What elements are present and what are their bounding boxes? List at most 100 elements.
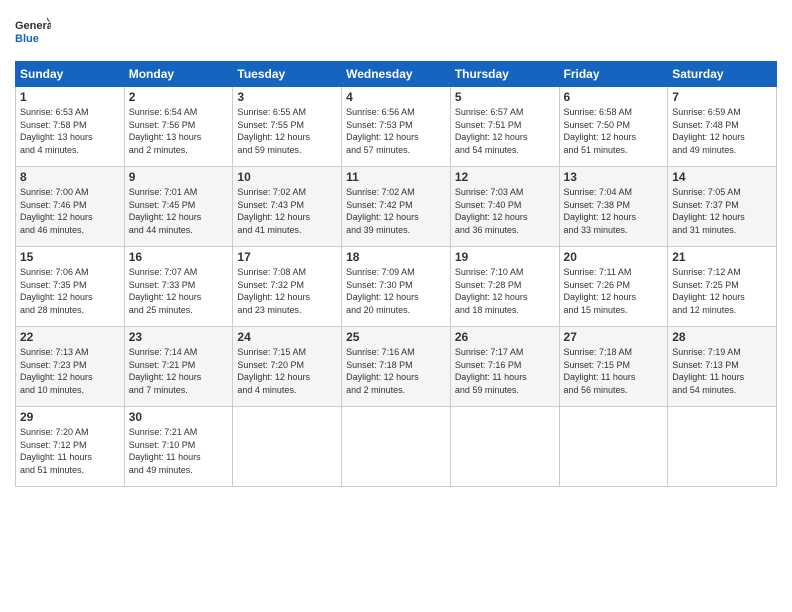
day-number: 13: [564, 170, 664, 184]
calendar-week-row: 22 Sunrise: 7:13 AM Sunset: 7:23 PM Dayli…: [16, 327, 777, 407]
calendar-cell: [233, 407, 342, 487]
day-info: Sunrise: 7:04 AM Sunset: 7:38 PM Dayligh…: [564, 186, 664, 236]
day-number: 22: [20, 330, 120, 344]
day-info: Sunrise: 7:18 AM Sunset: 7:15 PM Dayligh…: [564, 346, 664, 396]
calendar-cell: 14 Sunrise: 7:05 AM Sunset: 7:37 PM Dayli…: [668, 167, 777, 247]
day-number: 27: [564, 330, 664, 344]
day-info: Sunrise: 6:54 AM Sunset: 7:56 PM Dayligh…: [129, 106, 229, 156]
day-info: Sunrise: 7:10 AM Sunset: 7:28 PM Dayligh…: [455, 266, 555, 316]
day-info: Sunrise: 7:01 AM Sunset: 7:45 PM Dayligh…: [129, 186, 229, 236]
col-header-thursday: Thursday: [450, 62, 559, 87]
day-number: 5: [455, 90, 555, 104]
day-number: 26: [455, 330, 555, 344]
calendar-cell: 5 Sunrise: 6:57 AM Sunset: 7:51 PM Daylig…: [450, 87, 559, 167]
logo: General Blue: [15, 15, 51, 51]
day-number: 8: [20, 170, 120, 184]
day-info: Sunrise: 6:59 AM Sunset: 7:48 PM Dayligh…: [672, 106, 772, 156]
day-info: Sunrise: 7:03 AM Sunset: 7:40 PM Dayligh…: [455, 186, 555, 236]
calendar-cell: 21 Sunrise: 7:12 AM Sunset: 7:25 PM Dayli…: [668, 247, 777, 327]
day-info: Sunrise: 7:17 AM Sunset: 7:16 PM Dayligh…: [455, 346, 555, 396]
day-number: 18: [346, 250, 446, 264]
day-number: 21: [672, 250, 772, 264]
calendar-week-row: 8Sunrise: 7:00 AM Sunset: 7:46 PM Daylig…: [16, 167, 777, 247]
day-number: 17: [237, 250, 337, 264]
day-number: 1: [20, 90, 120, 104]
calendar-cell: 9 Sunrise: 7:01 AM Sunset: 7:45 PM Daylig…: [124, 167, 233, 247]
calendar-cell: 18Sunrise: 7:09 AM Sunset: 7:30 PM Dayli…: [342, 247, 451, 327]
calendar-cell: 28 Sunrise: 7:19 AM Sunset: 7:13 PM Dayli…: [668, 327, 777, 407]
calendar-cell: 27 Sunrise: 7:18 AM Sunset: 7:15 PM Dayli…: [559, 327, 668, 407]
calendar-cell: 15 Sunrise: 7:06 AM Sunset: 7:35 PM Dayli…: [16, 247, 125, 327]
day-number: 6: [564, 90, 664, 104]
day-info: Sunrise: 7:07 AM Sunset: 7:33 PM Dayligh…: [129, 266, 229, 316]
svg-text:General: General: [15, 20, 51, 32]
calendar-cell: 2 Sunrise: 6:54 AM Sunset: 7:56 PM Daylig…: [124, 87, 233, 167]
day-number: 12: [455, 170, 555, 184]
calendar-cell: 19 Sunrise: 7:10 AM Sunset: 7:28 PM Dayli…: [450, 247, 559, 327]
calendar-cell: 7Sunrise: 6:59 AM Sunset: 7:48 PM Daylig…: [668, 87, 777, 167]
col-header-tuesday: Tuesday: [233, 62, 342, 87]
calendar-header-row: SundayMondayTuesdayWednesdayThursdayFrid…: [16, 62, 777, 87]
day-info: Sunrise: 7:20 AM Sunset: 7:12 PM Dayligh…: [20, 426, 120, 476]
day-info: Sunrise: 7:13 AM Sunset: 7:23 PM Dayligh…: [20, 346, 120, 396]
day-number: 28: [672, 330, 772, 344]
calendar-cell: 11 Sunrise: 7:02 AM Sunset: 7:42 PM Dayli…: [342, 167, 451, 247]
day-info: Sunrise: 7:16 AM Sunset: 7:18 PM Dayligh…: [346, 346, 446, 396]
day-number: 23: [129, 330, 229, 344]
day-number: 4: [346, 90, 446, 104]
day-number: 11: [346, 170, 446, 184]
day-number: 20: [564, 250, 664, 264]
calendar-cell: 29 Sunrise: 7:20 AM Sunset: 7:12 PM Dayli…: [16, 407, 125, 487]
day-info: Sunrise: 7:21 AM Sunset: 7:10 PM Dayligh…: [129, 426, 229, 476]
day-info: Sunrise: 7:06 AM Sunset: 7:35 PM Dayligh…: [20, 266, 120, 316]
col-header-sunday: Sunday: [16, 62, 125, 87]
day-info: Sunrise: 7:14 AM Sunset: 7:21 PM Dayligh…: [129, 346, 229, 396]
day-number: 9: [129, 170, 229, 184]
calendar-cell: 8Sunrise: 7:00 AM Sunset: 7:46 PM Daylig…: [16, 167, 125, 247]
day-number: 10: [237, 170, 337, 184]
col-header-friday: Friday: [559, 62, 668, 87]
col-header-monday: Monday: [124, 62, 233, 87]
day-info: Sunrise: 7:19 AM Sunset: 7:13 PM Dayligh…: [672, 346, 772, 396]
day-number: 29: [20, 410, 120, 424]
day-info: Sunrise: 6:53 AM Sunset: 7:58 PM Dayligh…: [20, 106, 120, 156]
calendar-cell: 6 Sunrise: 6:58 AM Sunset: 7:50 PM Daylig…: [559, 87, 668, 167]
day-info: Sunrise: 6:56 AM Sunset: 7:53 PM Dayligh…: [346, 106, 446, 156]
calendar-cell: 26 Sunrise: 7:17 AM Sunset: 7:16 PM Dayli…: [450, 327, 559, 407]
day-number: 2: [129, 90, 229, 104]
calendar-cell: 17 Sunrise: 7:08 AM Sunset: 7:32 PM Dayli…: [233, 247, 342, 327]
day-number: 24: [237, 330, 337, 344]
day-info: Sunrise: 7:05 AM Sunset: 7:37 PM Dayligh…: [672, 186, 772, 236]
calendar-cell: 24 Sunrise: 7:15 AM Sunset: 7:20 PM Dayli…: [233, 327, 342, 407]
day-info: Sunrise: 7:08 AM Sunset: 7:32 PM Dayligh…: [237, 266, 337, 316]
calendar-cell: [342, 407, 451, 487]
day-number: 14: [672, 170, 772, 184]
day-info: Sunrise: 7:11 AM Sunset: 7:26 PM Dayligh…: [564, 266, 664, 316]
header: General Blue: [15, 15, 777, 51]
day-number: 30: [129, 410, 229, 424]
day-info: Sunrise: 7:15 AM Sunset: 7:20 PM Dayligh…: [237, 346, 337, 396]
calendar-week-row: 1 Sunrise: 6:53 AM Sunset: 7:58 PM Daylig…: [16, 87, 777, 167]
day-info: Sunrise: 7:02 AM Sunset: 7:42 PM Dayligh…: [346, 186, 446, 236]
calendar-cell: 22 Sunrise: 7:13 AM Sunset: 7:23 PM Dayli…: [16, 327, 125, 407]
page: General Blue SundayMondayTuesdayWednesda…: [0, 0, 792, 612]
calendar-cell: 23 Sunrise: 7:14 AM Sunset: 7:21 PM Dayli…: [124, 327, 233, 407]
calendar-cell: [450, 407, 559, 487]
calendar-cell: 12 Sunrise: 7:03 AM Sunset: 7:40 PM Dayli…: [450, 167, 559, 247]
calendar-cell: 3Sunrise: 6:55 AM Sunset: 7:55 PM Daylig…: [233, 87, 342, 167]
col-header-saturday: Saturday: [668, 62, 777, 87]
calendar-cell: 1 Sunrise: 6:53 AM Sunset: 7:58 PM Daylig…: [16, 87, 125, 167]
calendar-cell: 20 Sunrise: 7:11 AM Sunset: 7:26 PM Dayli…: [559, 247, 668, 327]
day-number: 16: [129, 250, 229, 264]
calendar-cell: [559, 407, 668, 487]
day-number: 15: [20, 250, 120, 264]
calendar: SundayMondayTuesdayWednesdayThursdayFrid…: [15, 61, 777, 487]
day-info: Sunrise: 7:12 AM Sunset: 7:25 PM Dayligh…: [672, 266, 772, 316]
day-number: 19: [455, 250, 555, 264]
day-info: Sunrise: 7:02 AM Sunset: 7:43 PM Dayligh…: [237, 186, 337, 236]
day-info: Sunrise: 6:57 AM Sunset: 7:51 PM Dayligh…: [455, 106, 555, 156]
day-info: Sunrise: 6:55 AM Sunset: 7:55 PM Dayligh…: [237, 106, 337, 156]
calendar-cell: [668, 407, 777, 487]
calendar-week-row: 15 Sunrise: 7:06 AM Sunset: 7:35 PM Dayli…: [16, 247, 777, 327]
day-info: Sunrise: 6:58 AM Sunset: 7:50 PM Dayligh…: [564, 106, 664, 156]
